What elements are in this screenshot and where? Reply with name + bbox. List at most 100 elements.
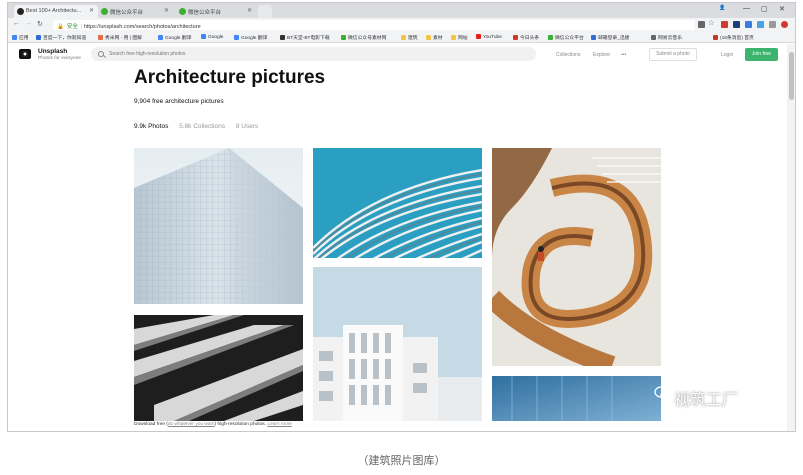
wechat-icon [341,35,346,40]
learn-more-link[interactable]: Learn more [267,422,292,427]
bookmark-item[interactable]: (16条消息) 首页 [713,34,754,41]
google-translate-icon [234,35,239,40]
nav-explore-link[interactable]: Explore [593,52,610,58]
tab-wechat-1[interactable]: 微信公众平台 ✕ [98,5,173,18]
scrollbar-thumb[interactable] [789,52,794,100]
xiumi-icon [98,35,103,40]
search-icon [98,51,104,57]
toutiao-icon [513,35,518,40]
star-icon[interactable]: ☆ [708,19,714,27]
bookmark-item[interactable]: Google 翻译 [158,34,191,41]
submit-photo-button[interactable]: Submit a photo [649,48,697,61]
page-title: Architecture pictures [134,67,326,88]
photo-wave-facade[interactable] [313,148,482,258]
bookmarks-bar: 应用 百度一下，你就知道 秀米网 - 用 | 图解 Google 翻译 Goog… [8,32,795,43]
license-link[interactable]: do whatever you want [168,422,215,427]
apps-icon [12,35,17,40]
close-tab-icon[interactable]: ✕ [164,7,169,14]
maximize-button[interactable]: ▢ [761,5,768,13]
close-window-button[interactable]: ✕ [779,5,785,13]
folder-icon [426,35,431,40]
tab-title: 微信公众平台 [188,10,222,16]
tab-collections[interactable]: 5.8k Collections [179,123,225,130]
baidu-icon [36,35,41,40]
music-icon [651,35,656,40]
translate-icon[interactable] [698,21,705,28]
reload-icon[interactable]: ↻ [37,20,43,28]
address-bar-row: ← → ↻ 🔒 安全 | https://unsplash.com/search/p… [8,18,795,32]
search-input[interactable] [91,47,536,61]
photo-white-building[interactable] [313,267,482,421]
tab-title: 微信公众平台 [110,10,144,16]
bookmark-item[interactable]: YouTube [476,34,502,40]
menu-icon[interactable] [781,21,788,28]
wechat-favicon-icon [179,8,186,15]
close-tab-icon[interactable]: ✕ [247,7,252,14]
bookmark-item[interactable]: 微信公众号素材网 [341,34,386,41]
camera-logo-icon[interactable] [19,49,31,59]
bookmark-item[interactable]: 应用 [12,34,29,41]
bookmark-item[interactable]: 邮箱登录_迅捷 [591,34,629,41]
brand-name[interactable]: Unsplash [38,48,67,55]
site-header: Unsplash Photos for everyone Collections… [8,44,795,68]
image-caption: （建筑照片图库） [357,455,446,467]
close-tab-icon[interactable]: ✕ [89,7,94,14]
secure-label: 安全 [66,24,78,30]
back-icon[interactable]: ← [13,20,20,27]
bookmark-item[interactable]: 秀米网 - 用 | 图解 [98,34,142,41]
bookmark-item[interactable]: BT天堂-BT电影下载 [280,34,330,41]
license-note: Download free (do whatever you want) hig… [134,422,292,427]
minimize-button[interactable]: — [743,5,750,12]
photo-glass-facade[interactable] [134,148,303,304]
wechat-favicon-icon [101,8,108,15]
bookmark-item[interactable]: 百度一下，你就知道 [36,34,86,41]
nav-collections-link[interactable]: Collections [556,52,580,58]
bookmark-item[interactable]: Google [201,34,223,40]
mail-icon [591,35,596,40]
result-filters: 9.9k Photos 5.8k Collections 8 Users [134,123,267,130]
folder-icon [401,35,406,40]
photo-metal-facade[interactable] [134,315,303,421]
extension-icon[interactable] [745,21,752,28]
tab-users[interactable]: 8 Users [236,123,258,130]
extension-icon[interactable] [721,21,728,28]
photo-spiral-stairs[interactable] [492,148,661,366]
more-menu-icon[interactable]: ••• [621,52,626,58]
profile-icon[interactable]: 👤 [719,5,725,11]
browser-window: Best 100+ Architectu... ✕ 微信公众平台 ✕ 微信公众平… [7,2,796,432]
url-text: https://unsplash.com/search/photos/archi… [83,24,201,30]
forward-icon[interactable]: → [25,20,32,27]
folder-icon [451,35,456,40]
unsplash-favicon-icon [17,8,24,15]
page-scrollbar[interactable] [787,44,795,431]
login-link[interactable]: Login [721,52,733,58]
bt-icon [280,35,285,40]
join-free-button[interactable]: Join free [745,48,778,61]
wechat-watermark-icon [654,386,672,400]
tab-photos[interactable]: 9.9k Photos [134,123,168,130]
google-icon [158,35,163,40]
youtube-icon [476,34,481,39]
tab-title: Best 100+ Architectu... [26,8,82,14]
lock-icon: 🔒 [57,24,64,30]
bookmark-item[interactable]: 网站 [451,34,468,41]
tab-strip: Best 100+ Architectu... ✕ 微信公众平台 ✕ 微信公众平… [8,3,795,18]
tab-wechat-2[interactable]: 微信公众平台 ✕ [176,5,256,18]
bookmark-item[interactable]: 网易云音乐 [651,34,682,41]
bookmark-item[interactable]: 今日头条 [513,34,539,41]
brand-tagline: Photos for everyone [38,56,81,61]
extension-icon[interactable] [733,21,740,28]
bookmark-item[interactable]: Google 翻译 [234,34,267,41]
bookmark-item[interactable]: 建筑 [401,34,418,41]
photo-blue-tower[interactable] [492,376,661,421]
new-tab-button[interactable] [258,5,272,18]
wechat-icon [548,35,553,40]
google-icon [201,34,206,39]
bookmark-item[interactable]: 微信公众平台 [548,34,584,41]
url-field[interactable]: 🔒 安全 | https://unsplash.com/search/photos/… [53,20,695,30]
extension-icon[interactable] [757,21,764,28]
tab-unsplash[interactable]: Best 100+ Architectu... ✕ [14,5,98,18]
extension-icon[interactable] [769,21,776,28]
bookmark-item[interactable]: 素材 [426,34,443,41]
results-count: 9,904 free architecture pictures [134,98,224,105]
